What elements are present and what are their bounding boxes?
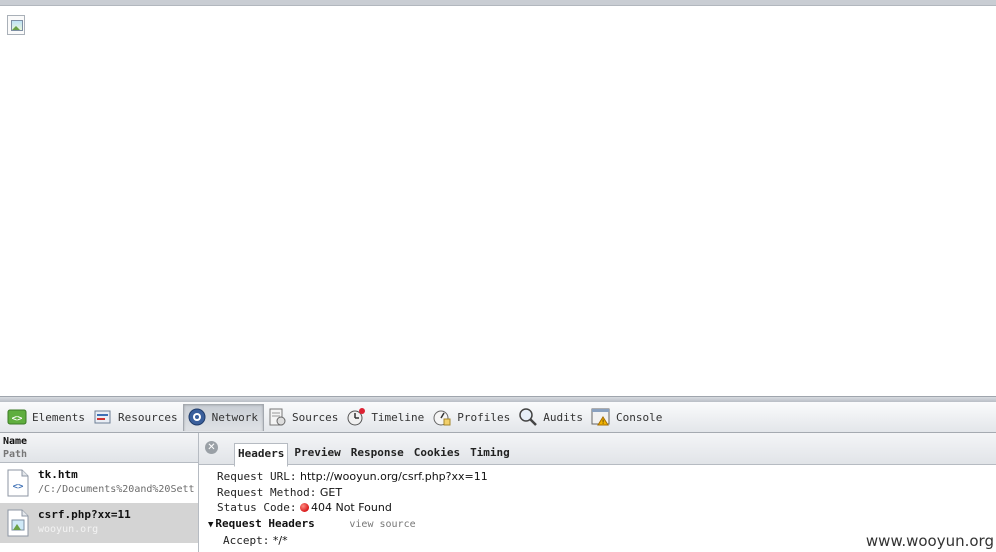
- detail-tabs: Headers Preview Response Cookies Timing: [234, 443, 516, 467]
- tab-headers[interactable]: Headers: [234, 443, 289, 467]
- status-error-icon: [299, 503, 309, 512]
- network-icon: [187, 407, 207, 427]
- image-file-icon: [6, 509, 30, 537]
- view-source-link[interactable]: view source: [349, 519, 415, 530]
- elements-icon: <>: [7, 407, 27, 427]
- request-url-line: Request URL: http://wooyun.org/csrf.php?…: [217, 469, 488, 485]
- request-path: wooyun.org: [38, 524, 99, 535]
- toolbar-timeline[interactable]: Timeline: [343, 404, 429, 431]
- request-headers-label: Request Headers: [215, 516, 315, 530]
- toolbar-profiles-label: Profiles: [457, 410, 511, 424]
- svg-text:<>: <>: [12, 414, 23, 424]
- request-path: /C:/Documents%20and%20Sett: [38, 484, 195, 495]
- status-code-line: Status Code: 404 Not Found: [217, 500, 488, 516]
- toolbar-timeline-label: Timeline: [371, 410, 425, 424]
- toolbar-network[interactable]: Network: [182, 403, 264, 431]
- accept-label: Accept:: [223, 534, 270, 547]
- path-column-header: Path: [3, 449, 28, 460]
- request-url-label: Request URL:: [217, 470, 297, 483]
- toolbar-network-label: Network: [211, 410, 258, 424]
- console-icon: !: [591, 407, 611, 427]
- toolbar-profiles[interactable]: Profiles: [429, 404, 515, 431]
- tab-preview[interactable]: Preview: [290, 443, 344, 464]
- timeline-icon: [346, 407, 366, 427]
- toolbar-sources[interactable]: Sources: [264, 404, 343, 431]
- toolbar-console-label: Console: [616, 410, 663, 424]
- request-name: csrf.php?xx=11: [38, 508, 131, 521]
- resources-icon: [93, 407, 113, 427]
- accept-value: */*: [272, 534, 288, 547]
- status-code-value: 404 Not Found: [310, 501, 392, 514]
- toolbar-sources-label: Sources: [291, 410, 339, 424]
- toolbar-resources-label: Resources: [117, 410, 178, 424]
- accept-header-line: Accept: */*: [217, 533, 488, 549]
- request-method-label: Request Method:: [217, 485, 317, 499]
- svg-text:!: !: [601, 419, 605, 426]
- toolbar-console[interactable]: ! Console: [588, 404, 667, 431]
- tab-cookies[interactable]: Cookies: [410, 443, 464, 464]
- watermark: www.wooyun.org: [865, 532, 994, 550]
- toolbar-resources[interactable]: Resources: [90, 404, 183, 431]
- html-file-icon: <>: [6, 469, 30, 497]
- request-method-value: GET: [319, 485, 343, 499]
- request-headers-section[interactable]: ▼ Request Headers view source: [208, 516, 488, 534]
- tab-timing[interactable]: Timing: [466, 443, 514, 464]
- profiles-icon: [432, 407, 452, 427]
- disclosure-triangle-icon[interactable]: ▼: [208, 520, 213, 530]
- status-code-label: Status Code:: [217, 501, 297, 514]
- toolbar-elements-label: Elements: [32, 410, 85, 424]
- toolbar-audits-label: Audits: [543, 410, 584, 424]
- request-list: Name Path <> tk.htm /C:/Documents%20and%…: [0, 433, 199, 552]
- toolbar-audits[interactable]: Audits: [515, 404, 588, 431]
- close-icon[interactable]: ✕: [205, 441, 218, 454]
- detail-tabs-bar: ✕ Headers Preview Response Cookies Timin…: [199, 433, 996, 467]
- audits-icon: [518, 407, 538, 427]
- request-row-selected[interactable]: csrf.php?xx=11 wooyun.org: [0, 503, 198, 543]
- request-list-header[interactable]: Name Path: [0, 433, 198, 463]
- request-name: tk.htm: [38, 468, 78, 481]
- devtools-panel: <> Elements Resources Network Sources Ti…: [0, 396, 996, 552]
- svg-text:<>: <>: [13, 482, 24, 492]
- headers-content: Request URL: http://wooyun.org/csrf.php?…: [208, 469, 488, 549]
- request-row[interactable]: <> tk.htm /C:/Documents%20and%20Sett: [0, 463, 198, 503]
- request-method-line: Request Method: GET: [217, 485, 488, 501]
- tab-response[interactable]: Response: [347, 443, 408, 464]
- devtools-toolbar: <> Elements Resources Network Sources Ti…: [0, 402, 996, 433]
- sources-icon: [267, 407, 287, 427]
- broken-image-icon: [7, 15, 25, 35]
- toolbar-elements[interactable]: <> Elements: [4, 404, 90, 431]
- page-viewport: [0, 6, 996, 396]
- name-column-header[interactable]: Name: [3, 435, 198, 448]
- request-url-value: http://wooyun.org/csrf.php?xx=11: [299, 470, 488, 483]
